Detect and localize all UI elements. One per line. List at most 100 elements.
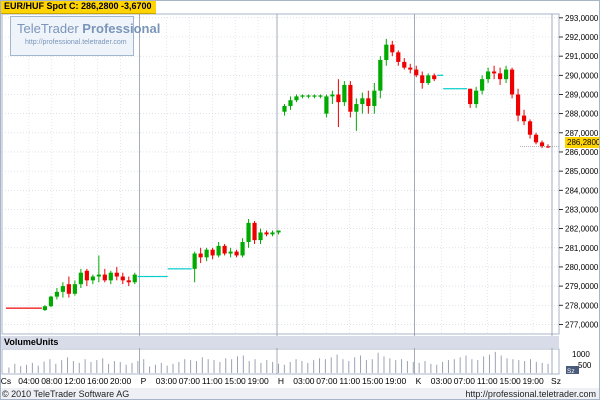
candle-body [210, 249, 215, 256]
footer-bar: © 2010 TeleTrader Software AG http://pro… [0, 388, 600, 400]
x-tick-label: 19:00 [522, 376, 544, 386]
x-tick-label: 11:00 [477, 376, 498, 386]
candle-body [132, 274, 137, 283]
candle-body [192, 253, 197, 269]
candle-body [378, 59, 383, 91]
x-tick-label: P [141, 376, 147, 386]
y-tick-label: 285,0000 [565, 167, 599, 176]
footer-copyright: © 2010 TeleTrader Software AG [2, 389, 130, 399]
candle-body [527, 121, 533, 135]
candle-body [252, 222, 257, 241]
candle-body [480, 79, 485, 91]
x-tick-label: H [278, 376, 284, 386]
candle-body [384, 44, 389, 60]
candle-body [204, 249, 209, 258]
candle-body [402, 61, 407, 68]
logo-url: http://professional.teletrader.com [25, 39, 127, 46]
candle-body [54, 291, 60, 297]
x-tick-label: Cs [1, 376, 11, 386]
x-tick-label: 03:00 [156, 376, 178, 386]
candle-body [216, 245, 221, 256]
candle-body [539, 142, 545, 147]
y-tick-label: 277,0000 [565, 320, 599, 329]
candle-body [78, 272, 83, 285]
candle-body [503, 69, 509, 80]
candle-body [42, 306, 48, 311]
candle-body [60, 286, 65, 292]
y-tick-label: 288,0000 [565, 110, 599, 119]
candle-body [432, 75, 437, 80]
footer-url[interactable]: http://professional.teletrader.com [465, 388, 596, 400]
x-tick-label: 03:00 [431, 376, 453, 386]
y-tick-label: 283,0000 [565, 205, 599, 214]
candle-body [108, 272, 113, 281]
candle-body [486, 71, 491, 80]
y-tick-label: 279,0000 [565, 282, 599, 291]
candle-body [258, 232, 263, 241]
x-tick-label: 20:00 [110, 376, 132, 386]
candle-body [354, 104, 359, 112]
candle-body [372, 90, 377, 106]
candle-body [474, 90, 479, 105]
x-tick-label: 08:00 [41, 376, 63, 386]
candle-body [342, 84, 347, 103]
candle-body [264, 232, 269, 235]
candle-body [426, 75, 431, 83]
y-tick-label: 292,0000 [565, 33, 599, 42]
candle-body [126, 280, 131, 283]
candle-body [222, 245, 227, 254]
candle-body [336, 94, 341, 103]
candle-body [246, 222, 251, 243]
candle-body [234, 251, 239, 256]
candle-body [306, 95, 311, 97]
x-tick-label: 07:00 [179, 376, 201, 386]
volume-tick-label: 1000 [572, 350, 590, 359]
x-tick-label: 15:00 [362, 376, 384, 386]
candle-body [270, 232, 275, 235]
y-tick-label: 280,0000 [565, 263, 599, 272]
candle-body [300, 95, 305, 97]
x-tick-label: 04:00 [18, 376, 40, 386]
candle-body [228, 251, 233, 254]
y-tick-label: 290,0000 [565, 71, 599, 80]
y-tick-label: 289,0000 [565, 90, 599, 99]
candle-body [318, 95, 323, 97]
candle-body [96, 274, 101, 277]
candle-body [282, 105, 287, 112]
candle-body [366, 98, 371, 106]
candle-body [114, 272, 119, 277]
candle-body [390, 44, 395, 53]
candle-body [90, 276, 95, 281]
candle-body [120, 276, 125, 281]
x-tick-label: 19:00 [247, 376, 269, 386]
x-tick-label: 19:00 [385, 376, 407, 386]
candle-body [521, 115, 527, 122]
candle-body [509, 69, 515, 95]
candle-body [294, 96, 299, 101]
volume-panel-label: VolumeUnits [0, 336, 559, 348]
candle-body [48, 296, 54, 307]
candle-body [348, 84, 353, 112]
candle-body [324, 96, 329, 114]
candle-body [330, 94, 335, 97]
last-price-marker: 286,2800 [565, 137, 600, 148]
candle-body [414, 69, 419, 76]
teletrader-logo: TeleTrader Professional http://professio… [10, 16, 160, 56]
y-tick-label: 291,0000 [565, 52, 599, 61]
candle-body [497, 73, 503, 80]
y-tick-label: 281,0000 [565, 244, 599, 253]
candle-body [312, 95, 317, 97]
candle-body [515, 94, 521, 116]
x-tick-label: 16:00 [87, 376, 109, 386]
candle-body [420, 75, 425, 83]
candle-body [84, 270, 89, 281]
candle-body [533, 134, 539, 143]
x-tick-label: 11:00 [202, 376, 223, 386]
y-tick-label: 286,0000 [565, 148, 599, 157]
candle-body [492, 71, 497, 74]
x-tick-label: 15:00 [500, 376, 522, 386]
y-tick-label: 293,0000 [565, 14, 599, 23]
x-tick-label: 12:00 [64, 376, 86, 386]
y-tick-label: 278,0000 [565, 301, 599, 310]
candle-body [240, 242, 245, 256]
